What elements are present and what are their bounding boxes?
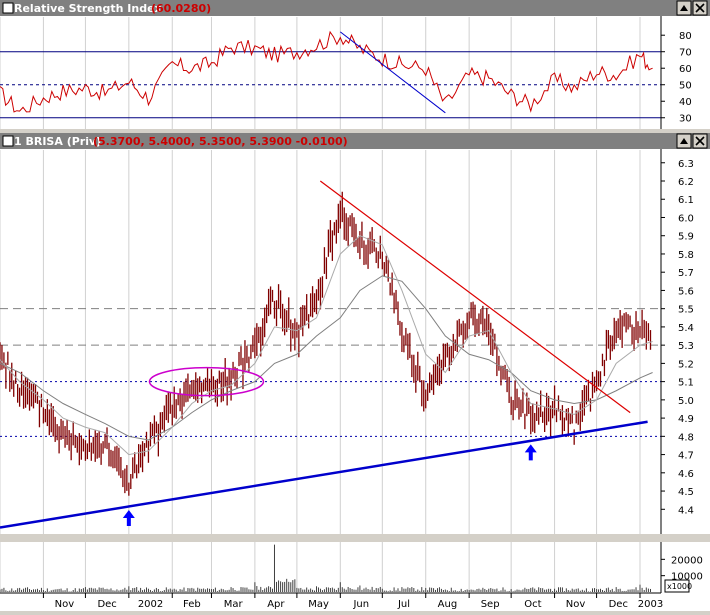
rsi-tick-label: 40 xyxy=(679,97,692,108)
x-tick-label: Jul xyxy=(397,599,410,610)
rsi-current-value: (60.0280) xyxy=(151,2,211,15)
volume-tick-label: 20000 xyxy=(671,555,703,566)
price-up-button[interactable] xyxy=(676,133,692,149)
price-tick-label: 5.3 xyxy=(678,341,694,352)
price-pane-marker xyxy=(2,135,14,147)
x-tick-label: 2002 xyxy=(138,599,163,610)
price-tick-label: 6.3 xyxy=(678,159,694,170)
price-tick-label: 4.6 xyxy=(678,469,694,480)
price-tick-label: 6.0 xyxy=(678,213,694,224)
rsi-pane xyxy=(0,0,710,129)
volume-pane xyxy=(0,542,710,593)
price-tick-label: 5.0 xyxy=(678,396,694,407)
x-tick-label: Aug xyxy=(438,599,458,610)
x-tick-label: May xyxy=(308,599,329,610)
rsi-close-button[interactable] xyxy=(692,0,708,16)
chart-window: Relative Strength Index (60.0280) 30 40 50… xyxy=(0,0,710,611)
rsi-tick-label: 50 xyxy=(679,81,692,92)
price-tick-label: 5.7 xyxy=(678,268,694,279)
volume-multiplier-box: x1000 xyxy=(664,579,692,593)
x-tick-label: Nov xyxy=(55,599,75,610)
price-tick-label: 6.2 xyxy=(678,177,694,188)
price-title: 1 BRISA (Priv) xyxy=(14,135,101,148)
price-tick-label: 4.7 xyxy=(678,451,694,462)
pane-splitter-2[interactable] xyxy=(0,534,710,542)
rsi-tick-label: 30 xyxy=(679,114,692,125)
rsi-tick-label: 70 xyxy=(679,48,692,59)
stock-chart: Relative Strength Index (60.0280) 30 40 50… xyxy=(0,0,710,611)
x-tick-label: Feb xyxy=(183,599,201,610)
price-tick-label: 5.4 xyxy=(678,323,694,334)
x-tick-label: 2003 xyxy=(638,599,663,610)
price-pane xyxy=(0,133,710,534)
x-tick-label: Dec xyxy=(97,599,116,610)
price-tick-label: 5.9 xyxy=(678,232,694,243)
price-tick-label: 4.8 xyxy=(678,432,694,443)
price-tick-label: 4.4 xyxy=(678,505,694,516)
x-tick-label: Apr xyxy=(267,599,285,610)
x-tick-label: Dec xyxy=(609,599,628,610)
price-tick-label: 5.5 xyxy=(678,305,694,316)
rsi-tick-label: 60 xyxy=(679,64,692,75)
price-tick-label: 5.2 xyxy=(678,359,694,370)
price-ohlc-values: (5.3700, 5.4000, 5.3500, 5.3900 -0.0100) xyxy=(93,135,348,148)
rsi-up-button[interactable] xyxy=(676,0,692,16)
price-tick-label: 5.8 xyxy=(678,250,694,261)
price-tick-label: 6.1 xyxy=(678,195,694,206)
price-tick-label: 4.5 xyxy=(678,487,694,498)
price-tick-label: 5.1 xyxy=(678,378,694,389)
price-close-button[interactable] xyxy=(692,133,708,149)
x-tick-label: Oct xyxy=(524,599,541,610)
price-tick-label: 5.6 xyxy=(678,286,694,297)
rsi-title: Relative Strength Index xyxy=(14,2,162,15)
rsi-pane-marker xyxy=(2,2,14,14)
x-tick-label: Jun xyxy=(352,599,369,610)
price-tick-label: 4.9 xyxy=(678,414,694,425)
x-tick-label: Mar xyxy=(224,599,244,610)
rsi-tick-label: 80 xyxy=(679,31,692,42)
x-tick-label: Sep xyxy=(481,599,500,610)
volume-multiplier: x1000 xyxy=(667,582,692,591)
x-tick-label: Nov xyxy=(566,599,586,610)
pane-splitter[interactable] xyxy=(0,129,710,133)
